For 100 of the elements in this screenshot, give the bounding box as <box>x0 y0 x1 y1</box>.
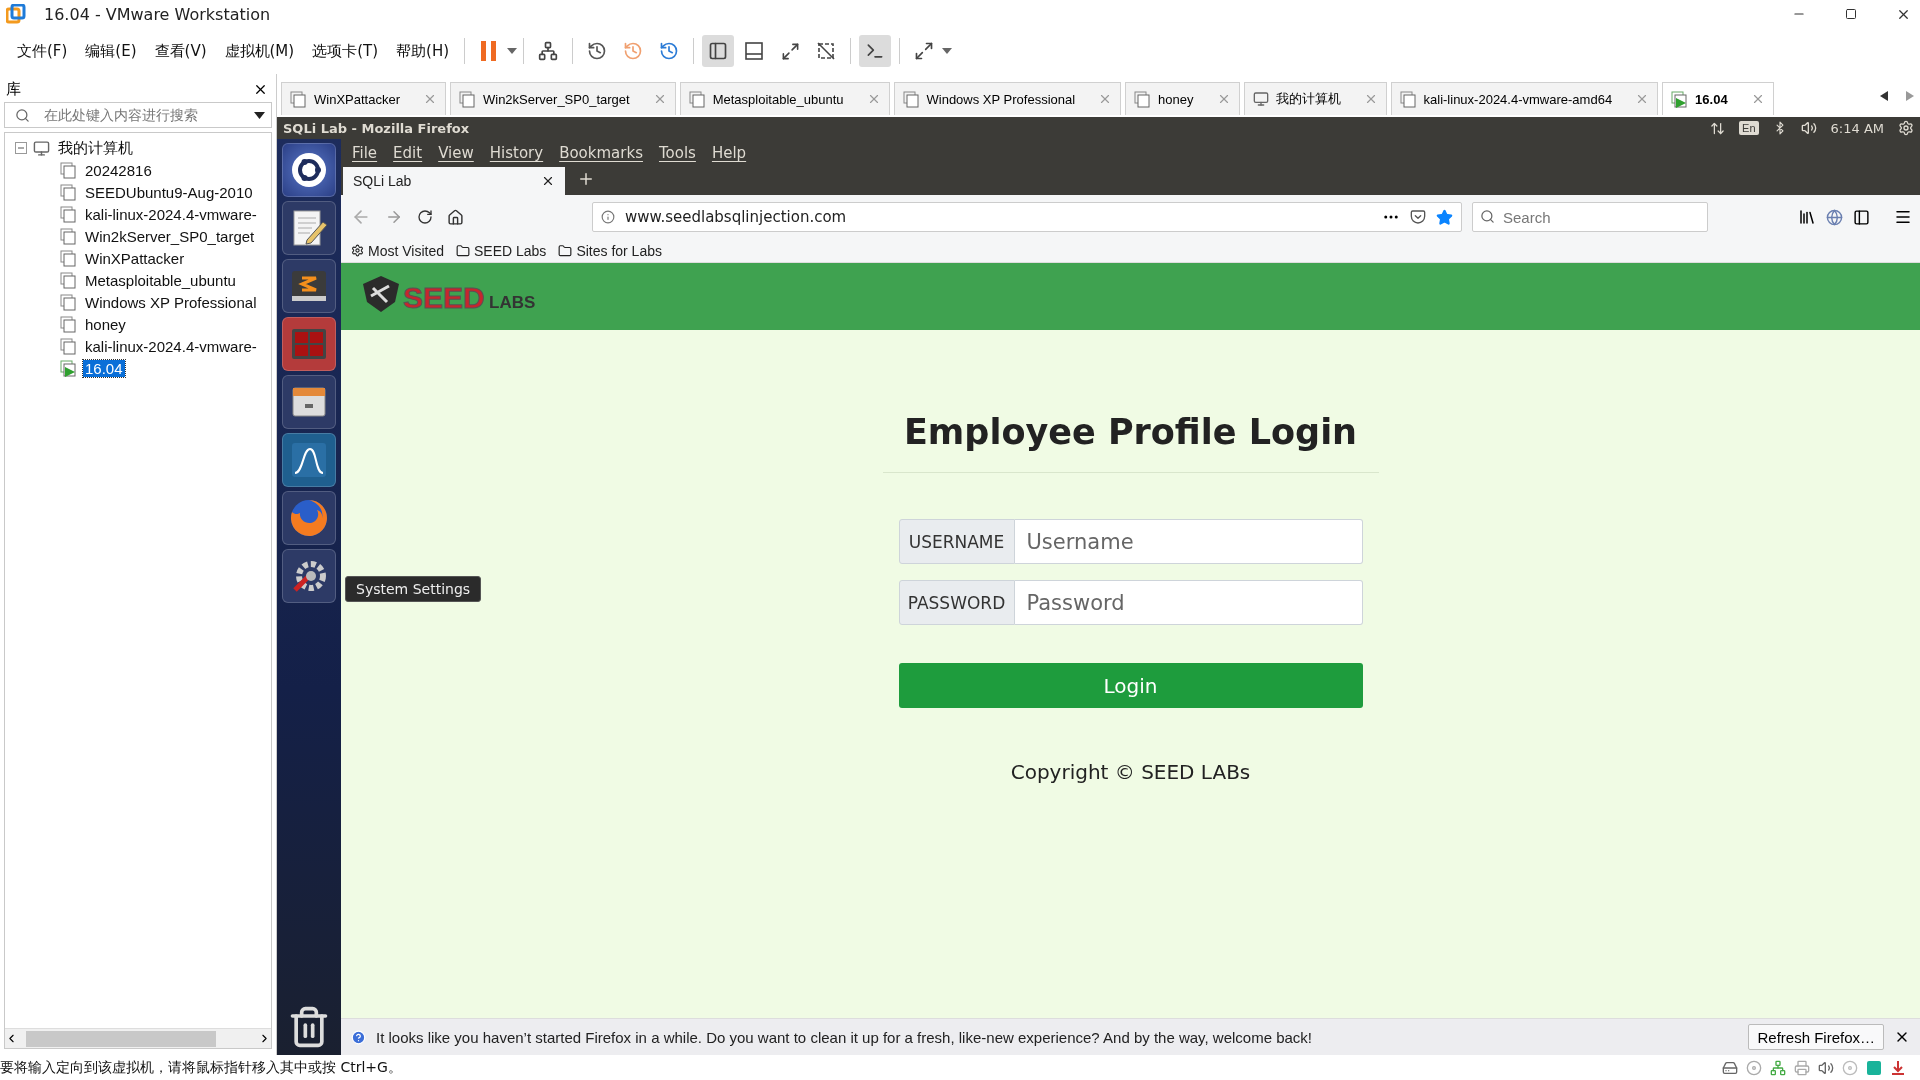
tree-item[interactable]: Windows XP Professional <box>83 293 259 311</box>
vm-tab[interactable]: Win2kServer_SP0_target <box>450 82 676 115</box>
vm-tab[interactable]: Metasploitable_ubuntu <box>679 82 890 115</box>
tree-item[interactable]: honey <box>83 315 128 333</box>
menu-item[interactable]: 虚拟机(M) <box>215 37 304 65</box>
app-logo-icon <box>6 4 26 24</box>
vm-tab[interactable]: kali-linux-2024.4-vmware-amd64 <box>1390 82 1659 115</box>
volume-icon[interactable] <box>1800 120 1817 136</box>
menu-item[interactable]: 帮助(H) <box>387 37 458 65</box>
pause-icon <box>479 40 499 62</box>
computer-icon <box>1252 91 1269 107</box>
sublime-icon[interactable] <box>282 259 336 313</box>
menu-item[interactable]: 文件(F) <box>8 37 77 65</box>
crossed-frame-icon <box>816 41 836 61</box>
folder-icon <box>456 243 470 258</box>
library-view-button[interactable] <box>702 35 734 67</box>
keyboard-layout-indicator[interactable]: En <box>1739 121 1759 135</box>
menu-item[interactable]: 查看(V) <box>145 37 216 65</box>
gear-icon <box>351 244 364 257</box>
info-icon <box>601 210 615 224</box>
tree-item[interactable]: 20242816 <box>83 161 154 179</box>
menu-item[interactable]: History <box>482 142 551 164</box>
bookmark-star-icon[interactable] <box>1436 208 1453 226</box>
library-icon[interactable] <box>1798 208 1816 226</box>
network-icon[interactable] <box>1770 1059 1786 1076</box>
shark-fin-icon[interactable] <box>282 433 336 487</box>
panel-icon <box>708 41 728 61</box>
browser-tab[interactable]: SQLi Lab <box>343 167 565 195</box>
sound-icon[interactable] <box>1818 1059 1834 1076</box>
tree-item[interactable]: SEEDUbuntu9-Aug-2010 <box>83 183 255 201</box>
notification-text: It looks like you haven’t started Firefox in a while. Do you want to clean it up for a fresh, like-new experience? And by the way, welcome back! <box>376 1028 1314 1046</box>
menu-item[interactable]: Tools <box>651 142 703 164</box>
pocket-icon[interactable] <box>1410 209 1426 225</box>
vm-tab[interactable]: 16.04 <box>1662 82 1774 115</box>
status-text: 要将输入定向到该虚拟机，请将鼠标指针移入其中或按 Ctrl+G。 <box>0 1058 403 1077</box>
help-icon <box>351 1029 366 1045</box>
bookmark-item[interactable]: Most Visited <box>351 242 444 259</box>
library-title: 库 <box>6 79 21 99</box>
expand-icon <box>780 41 800 61</box>
console-button[interactable] <box>859 35 891 67</box>
tree-item[interactable]: Metasploitable_ubuntu <box>83 271 238 289</box>
scroll-right-icon[interactable] <box>1906 91 1914 101</box>
terminal-icon <box>865 41 885 61</box>
text-editor-icon[interactable] <box>282 201 336 255</box>
network-icon <box>538 41 558 61</box>
menu-item[interactable]: Help <box>704 142 754 164</box>
settings-icon[interactable] <box>1898 120 1914 136</box>
address-bar[interactable]: www.seedlabsqlinjection.com <box>592 202 1462 232</box>
input-field[interactable]: Username <box>1014 519 1363 564</box>
tree-item[interactable]: kali-linux-2024.4-vmware- <box>83 205 259 223</box>
menu-item[interactable]: 编辑(E) <box>76 37 146 65</box>
menu-icon[interactable] <box>1894 208 1912 226</box>
tree-item[interactable]: Win2kServer_SP0_target <box>83 227 257 245</box>
page-title: Employee Profile Login <box>903 412 1358 452</box>
menu-item[interactable]: View <box>431 142 481 164</box>
copyright-text: Copyright © SEED LABs <box>1010 760 1251 784</box>
vm-tab[interactable]: Windows XP Professional <box>893 82 1122 115</box>
firefox-icon[interactable] <box>282 491 336 545</box>
menu-item[interactable]: Edit <box>386 142 430 164</box>
input-field[interactable]: Password <box>1014 580 1363 625</box>
search-field[interactable]: 在此处键入内容进行搜索 <box>4 102 272 128</box>
search-icon <box>1480 209 1495 224</box>
bookmark-item[interactable]: SEED Labs <box>456 242 547 259</box>
clock-icon <box>659 41 679 61</box>
vm-tab[interactable]: honey <box>1125 82 1240 115</box>
ubuntu-icon[interactable] <box>282 143 336 197</box>
tree-item[interactable]: 我的计算机 <box>56 138 135 158</box>
menu-item[interactable]: File <box>345 142 385 164</box>
guest-window-title: SQLi Lab - Mozilla Firefox <box>283 120 471 136</box>
bookmark-item[interactable]: Sites for Labs <box>558 242 662 259</box>
collapse-toggle[interactable] <box>15 142 27 154</box>
sidebar-icon[interactable] <box>1853 208 1870 226</box>
field-label: PASSWORD <box>898 580 1015 625</box>
file-cabinet-icon[interactable] <box>282 375 336 429</box>
close-icon[interactable] <box>541 174 555 188</box>
reload-icon <box>417 209 433 225</box>
vm-tab[interactable]: WinXPattacker <box>281 82 446 115</box>
search-field[interactable]: Search <box>1472 202 1708 232</box>
globe-icon[interactable] <box>1826 208 1843 226</box>
network-icon <box>1710 120 1726 136</box>
tree-item[interactable]: WinXPattacker <box>83 249 187 267</box>
menu-item[interactable]: 选项卡(T) <box>303 37 388 65</box>
tree-item[interactable]: 16.04 <box>83 359 125 377</box>
tooltip: System Settings <box>345 576 482 602</box>
window-title: 16.04 - VMware Workstation <box>44 4 272 24</box>
clock-icon <box>623 41 643 61</box>
vm-tab[interactable]: 我的计算机 <box>1243 82 1387 115</box>
login-button[interactable]: Login <box>898 663 1363 708</box>
scroll-left-icon[interactable] <box>1880 91 1888 101</box>
tree-item[interactable]: kali-linux-2024.4-vmware- <box>83 337 259 355</box>
home-icon <box>447 208 464 226</box>
horizontal-scrollbar[interactable] <box>5 1028 271 1048</box>
reload-button[interactable] <box>415 207 435 227</box>
expand-icon <box>914 41 934 61</box>
field-label: USERNAME <box>898 519 1015 564</box>
computer-icon <box>33 139 50 157</box>
menu-item[interactable]: Bookmarks <box>552 142 650 164</box>
caret-icon[interactable] <box>254 111 265 119</box>
search-icon <box>15 107 30 123</box>
refresh-button[interactable]: Refresh Firefox… <box>1748 1024 1884 1050</box>
